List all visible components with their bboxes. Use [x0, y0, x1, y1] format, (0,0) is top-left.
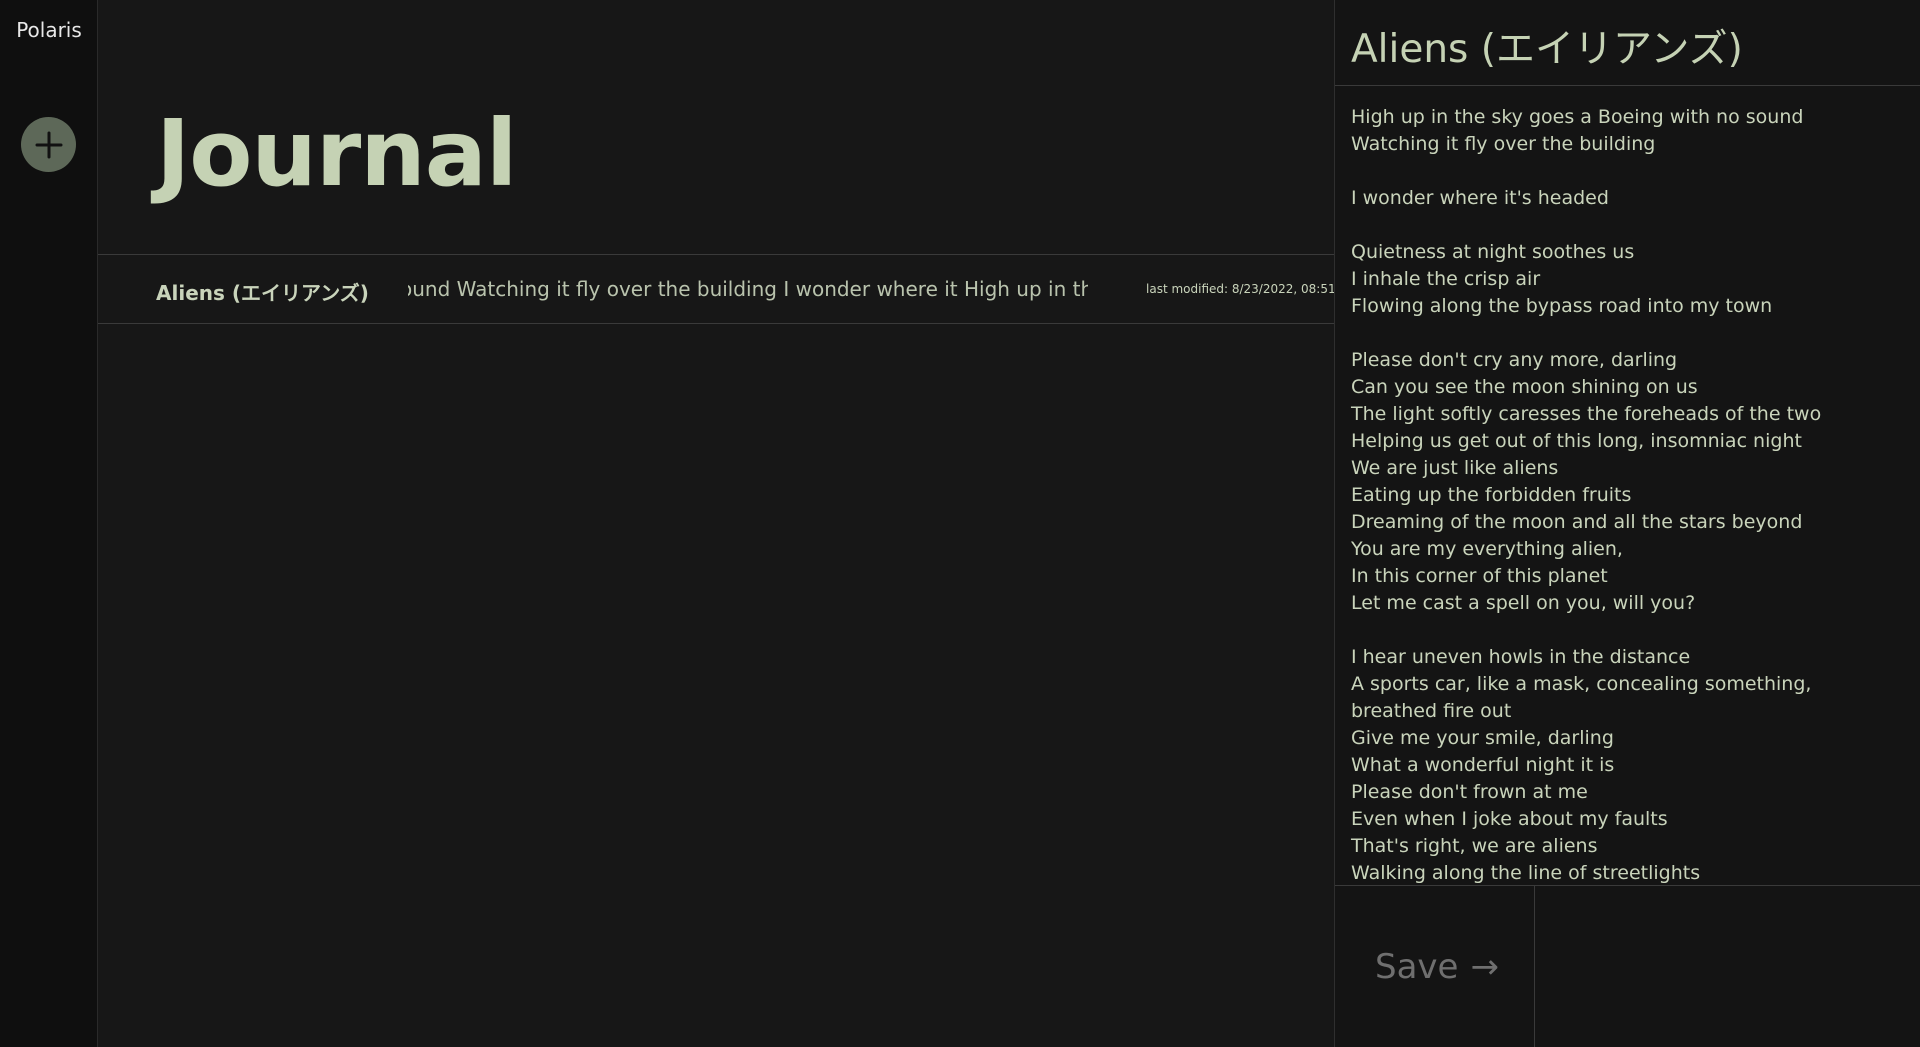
sidebar: Polaris	[0, 0, 98, 1047]
page-title: Journal	[156, 100, 517, 207]
app-frame: Polaris Journal Aliens (エイリアンズ) ound Wat…	[0, 0, 1920, 1047]
save-button[interactable]: Save →	[1335, 886, 1535, 1047]
brand-logo[interactable]: Polaris	[0, 18, 98, 42]
editor-header: Aliens (エイリアンズ)	[1335, 0, 1920, 86]
arrow-right-icon: →	[1470, 946, 1499, 987]
editor-title[interactable]: Aliens (エイリアンズ)	[1351, 18, 1743, 74]
plus-icon	[35, 131, 62, 158]
entry-preview: ound Watching it fly over the building I…	[408, 277, 1088, 303]
journal-main: Journal Aliens (エイリアンズ) ound Watching it…	[98, 0, 1334, 1047]
entry-editor-panel: Aliens (エイリアンズ) High up in the sky goes …	[1334, 0, 1920, 1047]
app-window: Polaris Journal Aliens (エイリアンズ) ound Wat…	[0, 0, 1920, 1047]
editor-body[interactable]: High up in the sky goes a Boeing with no…	[1335, 86, 1920, 886]
entry-title: Aliens (エイリアンズ)	[156, 281, 369, 305]
entry-modified-date: last modified: 8/23/2022, 08:51 AM	[1146, 282, 1334, 296]
editor-text[interactable]: High up in the sky goes a Boeing with no…	[1351, 104, 1901, 885]
editor-footer: Save →	[1335, 886, 1920, 1047]
add-entry-button[interactable]	[21, 117, 76, 172]
save-label: Save	[1375, 946, 1459, 987]
entry-preview-text: ound Watching it fly over the building I…	[408, 277, 1088, 301]
journal-entry-row[interactable]: Aliens (エイリアンズ) ound Watching it fly ove…	[98, 254, 1334, 324]
